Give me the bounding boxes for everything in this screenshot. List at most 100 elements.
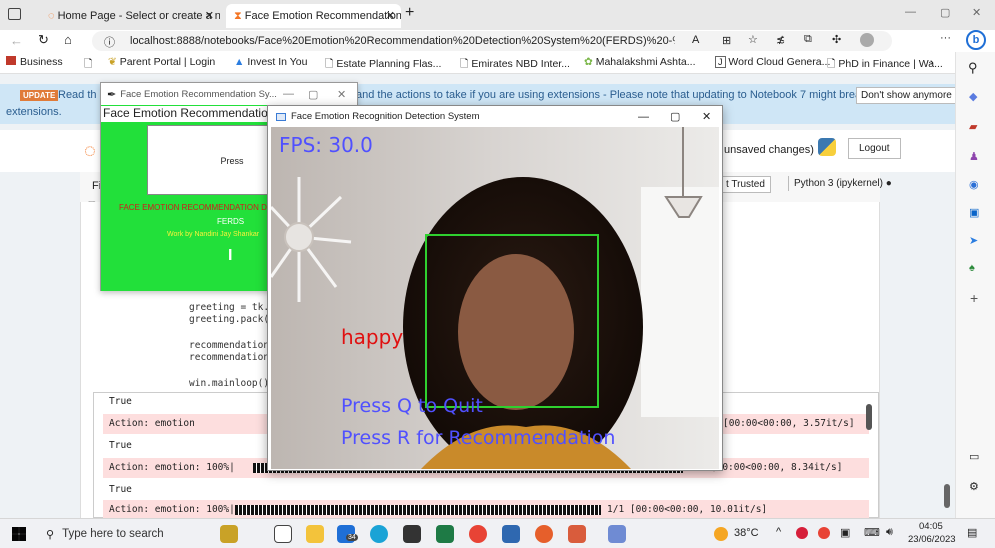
weather-temp[interactable]: 38°C (734, 527, 759, 539)
code-line[interactable]: greeting = tk.L (189, 302, 275, 313)
tray-chevron-icon[interactable]: ^ (776, 526, 781, 538)
cv-maximize-icon[interactable]: ▢ (670, 110, 680, 123)
logout-button[interactable]: Logout (848, 138, 901, 159)
tab-actions-icon[interactable] (8, 8, 21, 20)
new-tab-icon[interactable]: + (405, 4, 414, 22)
notebook-scrollbar[interactable] (947, 274, 953, 494)
jupyter-logo[interactable]: ◌ (84, 140, 96, 163)
restore-icon[interactable]: ▢ (940, 6, 950, 19)
output-scrollbar-thumb[interactable] (866, 404, 872, 430)
cv-minimize-icon[interactable]: — (638, 111, 649, 123)
url-text[interactable]: localhost:8888/notebooks/Face%20Emotion%… (130, 35, 675, 47)
favorites-overflow-icon[interactable]: › (930, 56, 934, 68)
fav-business[interactable]: Business (6, 56, 63, 68)
close-tab-icon[interactable]: ✕ (386, 4, 395, 28)
trusted-indicator[interactable]: t Trusted (720, 176, 771, 193)
task-view-icon[interactable] (274, 525, 292, 543)
display-icon[interactable]: ▣ (840, 526, 850, 539)
photos-icon[interactable] (608, 525, 626, 543)
info-icon[interactable]: ⓘ (104, 34, 115, 50)
file-explorer-icon[interactable] (306, 525, 324, 543)
cv-titlebar[interactable]: Face Emotion Recognition Detection Syste… (268, 106, 722, 127)
app-icon[interactable]: ⊞ (722, 34, 731, 47)
outlook-icon[interactable]: ▣ (969, 206, 979, 219)
fav-parent-portal[interactable]: ❦ Parent Portal | Login (108, 56, 215, 68)
collections-icon[interactable]: ⧉ (804, 33, 812, 46)
excel-icon[interactable] (436, 525, 454, 543)
update-badge: UPDATE (20, 90, 59, 101)
settings-icon[interactable]: ⚙ (969, 480, 979, 493)
output-text: Action: emotion: 100%| (109, 462, 235, 473)
puzzle-icon[interactable] (568, 525, 586, 543)
favorite-star-icon[interactable]: ☆ (748, 33, 758, 46)
notifications-icon[interactable]: ▤ (967, 526, 977, 539)
address-bar[interactable]: ⓘ localhost:8888/notebooks/Face%20Emotio… (92, 31, 892, 51)
add-icon[interactable]: + (970, 290, 978, 306)
cv-close-icon[interactable]: ✕ (702, 110, 711, 123)
terminal-icon[interactable] (403, 525, 421, 543)
bird-icon[interactable] (220, 525, 238, 543)
tk-close-icon[interactable]: ✕ (337, 88, 346, 101)
clock-time[interactable]: 04:05 (919, 521, 943, 532)
tag-icon[interactable]: ◆ (969, 90, 977, 103)
cv-window[interactable]: Face Emotion Recognition Detection Syste… (267, 105, 723, 471)
code-line[interactable]: greeting.pack() (189, 314, 275, 325)
page-scrollbar-thumb[interactable] (944, 484, 950, 508)
edge-icon[interactable] (370, 525, 388, 543)
tray-app-icon[interactable] (818, 527, 830, 539)
jupyter-tab-icon: ◌ (48, 10, 55, 22)
fav-emirates[interactable]: 🗋 Emirates NBD Inter... (460, 56, 570, 74)
volume-icon[interactable]: 🔊︎ (886, 526, 893, 539)
home-icon[interactable]: ⌂ (64, 32, 72, 47)
tray-app-icon[interactable] (796, 527, 808, 539)
bing-icon[interactable]: b (966, 30, 986, 50)
clock-date[interactable]: 23/06/2023 (908, 534, 956, 545)
code-line[interactable]: recommendation_ (189, 340, 275, 351)
mail-badge: 34 (346, 534, 358, 541)
tab-face-emotion[interactable]: ⧗ Face Emotion Recommendation ✕ (226, 4, 401, 28)
fav-estate[interactable]: 🗋 Estate Planning Flas... (325, 56, 441, 74)
close-tab-icon[interactable]: ✕ (205, 4, 214, 28)
toolbox-icon[interactable]: ▰ (969, 120, 977, 133)
taskbar-search[interactable]: ⚲ Type here to search (38, 521, 188, 547)
office-icon[interactable]: ◉ (969, 178, 979, 191)
refresh-icon[interactable]: ↻ (38, 32, 49, 48)
chrome-icon[interactable] (469, 525, 487, 543)
fav-word-cloud[interactable]: J Word Cloud Genera... (715, 56, 830, 68)
send-icon[interactable]: ➤ (969, 234, 978, 247)
tk-titlebar[interactable]: ✒ Face Emotion Recommendation Sy... — ▢ … (101, 83, 357, 105)
more-menu-icon[interactable]: ··· (940, 32, 951, 44)
hourglass-icon: ⧗ (234, 10, 242, 22)
tk-minimize-icon[interactable]: — (283, 88, 294, 100)
favorites-icon[interactable]: ≴ (776, 33, 785, 46)
search-icon[interactable]: ⚲ (968, 60, 978, 76)
mail-icon[interactable]: 34 (337, 525, 358, 543)
code-line[interactable]: win.mainloop() (189, 378, 269, 389)
dont-show-button[interactable]: Don't show anymore (856, 87, 955, 104)
fav-mahalakshmi[interactable]: ✿ Mahalakshmi Ashta... (584, 56, 696, 68)
python-icon[interactable] (502, 525, 520, 543)
games-icon[interactable]: ♟ (969, 150, 979, 163)
tree-icon[interactable]: ♠ (969, 262, 975, 274)
fav-phd[interactable]: 🗋 PhD in Finance | Wa... (827, 56, 943, 74)
fav-invest[interactable]: ▲ Invest In You (234, 56, 307, 68)
progress-bar (235, 505, 601, 515)
profile-icon[interactable] (860, 33, 874, 47)
minimize-icon[interactable]: — (905, 6, 916, 18)
fav-page-icon[interactable]: 🗋 (84, 56, 92, 74)
invest-icon: ▲ (234, 56, 248, 68)
windows-start-icon[interactable] (12, 527, 26, 541)
close-window-icon[interactable]: ✕ (972, 6, 981, 19)
tab-home-page[interactable]: ◌ Home Page - Select or create a n ✕ (40, 4, 220, 28)
split-screen-icon[interactable]: ▭ (969, 450, 979, 463)
code-line[interactable]: recommendation_ (189, 352, 275, 363)
tk-bottom-button[interactable]: I (228, 247, 232, 265)
read-aloud-icon[interactable]: A (692, 34, 699, 46)
face (458, 254, 574, 410)
chrome-profile-icon[interactable] (535, 525, 553, 543)
network-icon[interactable]: ⌨ (864, 526, 880, 539)
tk-maximize-icon[interactable]: ▢ (308, 88, 318, 101)
back-icon[interactable]: ← (10, 33, 23, 48)
weather-icon[interactable] (714, 527, 728, 541)
extensions-icon[interactable]: ✣ (832, 33, 841, 46)
